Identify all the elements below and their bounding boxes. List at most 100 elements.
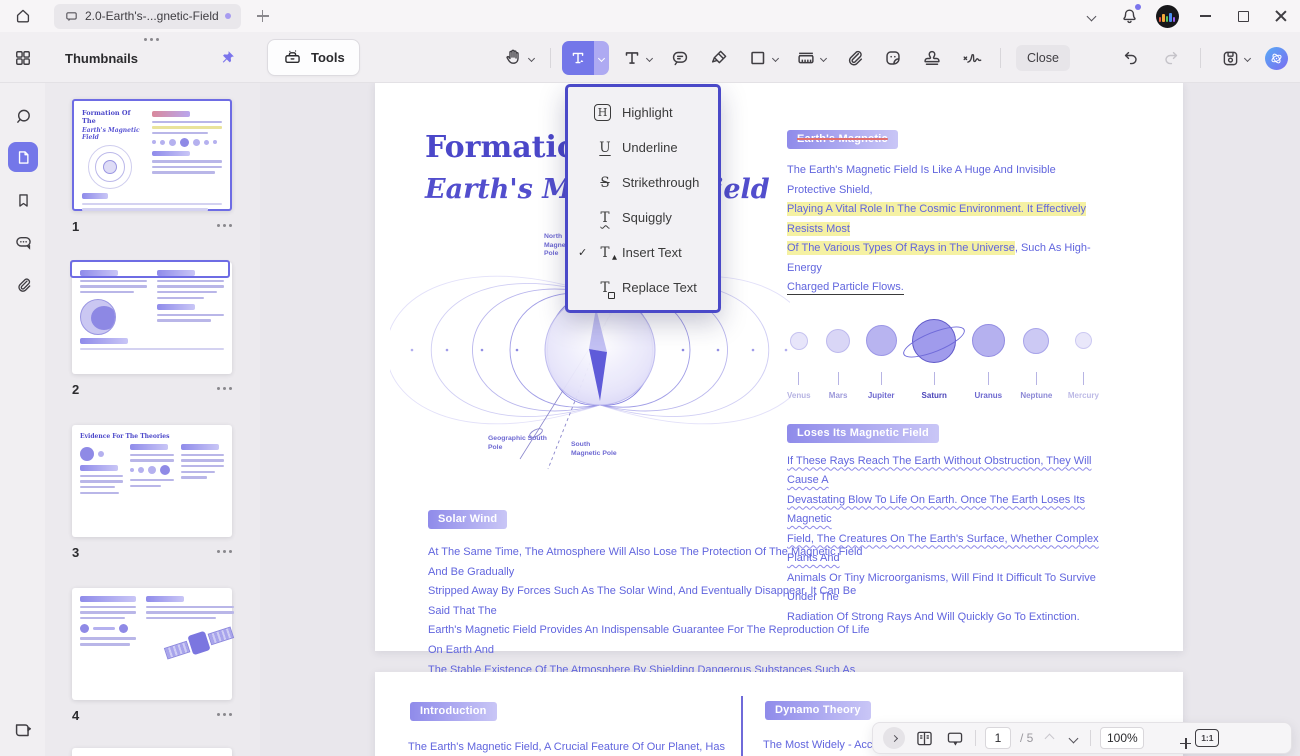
account-button[interactable] (1148, 0, 1186, 32)
insert-text-tool-button-active[interactable] (562, 41, 609, 75)
insert-text-dropdown-button[interactable] (594, 41, 609, 75)
titlebar-chevron-button[interactable] (1072, 0, 1110, 32)
thumbnail-page-3[interactable]: Evidence For The Theories (72, 425, 232, 537)
annotation-dropdown-menu: ✓ H Highlight ✓ U Underline ✓ S Striketh… (565, 84, 721, 313)
sketch-line (80, 475, 123, 478)
toolbar: Thumbnails Tools (0, 32, 1300, 83)
tools-button[interactable]: Tools (267, 39, 360, 76)
hand-tool-button[interactable] (498, 43, 539, 73)
menu-item-highlight[interactable]: ✓ H Highlight (568, 95, 718, 130)
zoom-in-button[interactable] (1174, 734, 1186, 742)
sticker-tool-button[interactable] (877, 43, 909, 73)
save-button[interactable] (1215, 44, 1255, 73)
chevron-down-icon[interactable] (820, 54, 827, 61)
section-badge-dynamo-theory[interactable]: Dynamo Theory (765, 701, 871, 720)
chevron-down-icon[interactable] (772, 54, 779, 61)
redo-icon (1161, 48, 1181, 68)
text-line-squiggly[interactable]: If These Rays Reach The Earth Without Ob… (787, 455, 1091, 487)
comments-panel-button[interactable] (8, 227, 38, 257)
section-badge-introduction[interactable]: Introduction (410, 702, 497, 721)
measure-tool-button[interactable] (790, 43, 831, 73)
thumbnail-page-4[interactable] (72, 588, 232, 700)
reader-mode-button[interactable] (8, 715, 38, 745)
sketch-line (130, 454, 173, 457)
shapes-tool-button[interactable] (742, 43, 783, 73)
pin-icon[interactable] (219, 49, 236, 66)
presentation-button[interactable] (944, 728, 966, 749)
sketch-line (80, 291, 134, 294)
minimize-button[interactable] (1186, 0, 1224, 32)
attachment-tool-button[interactable] (838, 43, 870, 73)
document-canvas[interactable]: Formation Of The Earth's Magnetic Field (260, 83, 1300, 756)
new-tab-button[interactable] (257, 10, 269, 22)
search-button[interactable] (8, 101, 38, 131)
undo-button[interactable] (1116, 44, 1146, 72)
menu-item-strikethrough[interactable]: ✓ S Strikethrough (568, 165, 718, 200)
document-tab[interactable]: 2.0-Earth's-...gnetic-Field (54, 4, 241, 29)
text-line: The Earth's Magnetic Field Is Like A Hug… (787, 164, 1056, 196)
zoom-out-button[interactable] (1153, 734, 1165, 742)
planet-tick (934, 372, 935, 385)
section-badge-loses-field[interactable]: Loses Its Magnetic Field (787, 424, 939, 443)
chevron-down-icon[interactable] (646, 54, 653, 61)
actual-size-button[interactable]: 1:1 (1195, 729, 1219, 747)
next-page-button[interactable] (1066, 725, 1081, 751)
menu-item-underline[interactable]: ✓ U Underline (568, 130, 718, 165)
text-line-underlined[interactable]: Charged Particle Flows. (787, 281, 904, 295)
thumbnail-page-2[interactable] (72, 262, 232, 374)
thumbnail-4-menu-button[interactable] (217, 713, 220, 716)
attachments-panel-button[interactable] (8, 270, 38, 300)
menu-item-insert-text[interactable]: ✓ T Insert Text (568, 235, 718, 270)
bell-icon (1119, 6, 1140, 27)
thumbnail-1-label: 1 (72, 219, 79, 234)
document-page-1[interactable]: Formation Of The Earth's Magnetic Field (375, 83, 1183, 651)
underline-icon: U (594, 140, 616, 156)
notifications-button[interactable] (1110, 0, 1148, 32)
thumbnail-1-menu-button[interactable] (217, 224, 220, 227)
highlighter-tool-button[interactable] (703, 43, 735, 73)
comments-icon (13, 232, 34, 253)
chevron-down-icon[interactable] (528, 54, 535, 61)
section-badge-solar-wind[interactable]: Solar Wind (428, 510, 507, 529)
menu-item-squiggly[interactable]: ✓ T Squiggly (568, 200, 718, 235)
thumbnail-4-label: 4 (72, 708, 79, 723)
panel-drag-handle[interactable] (144, 38, 147, 41)
maximize-button[interactable] (1224, 0, 1262, 32)
sketch-badge (130, 444, 168, 450)
previous-page-button[interactable] (1042, 725, 1057, 751)
redo-button[interactable] (1156, 44, 1186, 72)
column-divider (741, 696, 743, 756)
signature-tool-button[interactable] (955, 43, 989, 73)
menu-item-replace-text[interactable]: ✓ T Replace Text (568, 270, 718, 305)
section-badge-earths-magnetic[interactable]: Earth's Magnetic (787, 130, 898, 149)
sketch-line (157, 285, 224, 288)
thumbnail-2-menu-button[interactable] (217, 387, 220, 390)
close-tools-button[interactable]: Close (1016, 45, 1070, 71)
text-line-highlighted[interactable]: Playing A Vital Role In The Cosmic Envir… (787, 202, 1086, 236)
toolbox-icon (282, 47, 303, 68)
home-button[interactable] (6, 3, 40, 29)
ai-assistant-button[interactable] (1265, 47, 1288, 70)
thumbnail-2-label: 2 (72, 382, 79, 397)
zoom-level-display[interactable]: 100% (1100, 727, 1144, 749)
collapse-bar-button[interactable] (883, 727, 905, 749)
thumbnail-page-1[interactable]: Formation Of The Earth's Magnetic Field (72, 99, 232, 211)
uranus-circle (972, 324, 1005, 357)
save-icon (1220, 48, 1241, 69)
thumbnail-3-menu-button[interactable] (217, 550, 220, 553)
chevron-down-icon[interactable] (1244, 54, 1251, 61)
bookmarks-panel-button[interactable] (8, 185, 38, 215)
thumbnails-panel-button[interactable] (8, 142, 38, 172)
sketch-planets (152, 138, 222, 147)
stamp-tool-button[interactable] (916, 43, 948, 73)
avatar-wave (1162, 14, 1165, 22)
two-page-view-button[interactable] (914, 728, 935, 749)
comment-tool-button[interactable] (664, 43, 696, 73)
text-tool-button[interactable] (616, 43, 657, 73)
text-line-highlighted[interactable]: Of The Various Types Of Rays in The Univ… (787, 241, 1015, 255)
thumb1-subtitle: Earth's Magnetic Field (82, 127, 144, 141)
close-window-button[interactable] (1262, 0, 1300, 32)
page-number-input[interactable] (985, 727, 1011, 749)
thumbnail-page-5[interactable] (72, 748, 232, 756)
app-grid-button[interactable] (0, 32, 45, 83)
